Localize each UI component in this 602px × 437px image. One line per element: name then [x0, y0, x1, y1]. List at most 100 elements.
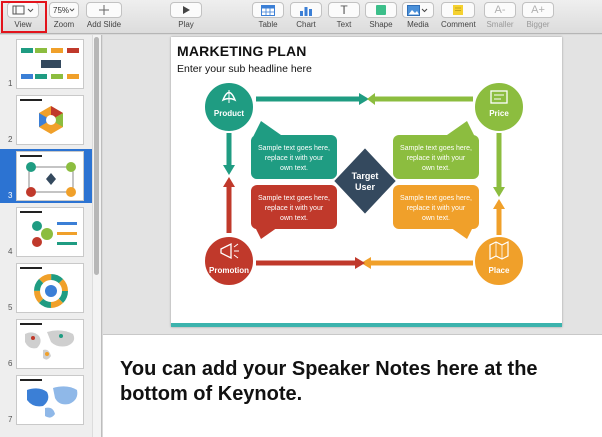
media-button[interactable]: Media: [402, 2, 434, 29]
bubble-place-line2: replace it with your: [407, 205, 466, 212]
slide-preview: [16, 319, 84, 369]
slide-preview: [16, 39, 84, 89]
view-highlight-box: [1, 1, 47, 33]
slide-navigator: 1 2 3 4 5 6 7: [0, 35, 102, 437]
play-icon: [183, 6, 190, 14]
marketing-plan-diagram: Sample text goes here, replace it with y…: [203, 81, 525, 287]
bigger-icon: A+: [531, 4, 545, 16]
chart-label: Chart: [296, 20, 316, 29]
bubble-product-line3: own text.: [280, 165, 308, 172]
bubble-promotion: [251, 185, 337, 239]
add-slide-control[interactable]: [86, 2, 122, 18]
presenter-notes[interactable]: You can add your Speaker Notes here at t…: [103, 334, 602, 437]
node-product: Product: [203, 81, 255, 133]
plus-icon: [99, 5, 109, 15]
zoom-value: 75%: [53, 5, 70, 15]
bigger-label: Bigger: [526, 20, 550, 29]
table-label: Table: [258, 20, 278, 29]
zoom-select[interactable]: 75%: [49, 2, 79, 18]
slide-number: 5: [8, 303, 13, 312]
smaller-icon: A-: [494, 4, 506, 16]
slide-preview: [16, 263, 84, 313]
media-icon: [407, 4, 428, 16]
comment-control[interactable]: [441, 2, 476, 18]
zoom-control[interactable]: 75% Zoom: [49, 2, 79, 29]
node-promotion-label: Promotion: [209, 266, 249, 275]
table-control[interactable]: [252, 2, 284, 18]
add-slide-button[interactable]: Add Slide: [86, 2, 122, 29]
slide-subtitle[interactable]: Enter your sub headline here: [177, 63, 312, 75]
node-price-label: Price: [489, 109, 509, 118]
slide-canvas: Sample text goes here, replace it with y…: [103, 35, 602, 334]
media-label: Media: [407, 20, 429, 29]
node-promotion: Promotion: [203, 235, 255, 287]
target-user-line2: User: [355, 182, 376, 192]
bigger-control[interactable]: A+: [522, 2, 554, 18]
slide-thumbnail-7[interactable]: 7: [0, 373, 92, 427]
bubble-promotion-line3: own text.: [280, 215, 308, 222]
slide-preview: [16, 375, 84, 425]
chart-control[interactable]: [290, 2, 322, 18]
text-control[interactable]: T: [328, 2, 360, 18]
slide-thumbnail-4[interactable]: 4: [0, 205, 92, 259]
slide-preview: [16, 95, 84, 145]
bubble-product-line2: replace it with your: [265, 155, 324, 162]
bubble-place: [393, 185, 479, 239]
play-control[interactable]: [170, 2, 202, 18]
bubble-product-line1: Sample text goes here,: [258, 145, 330, 152]
play-label: Play: [178, 20, 194, 29]
bubble-price-line1: Sample text goes here,: [400, 145, 472, 152]
slide-footer-bar: [171, 323, 562, 327]
table-icon: [261, 4, 275, 16]
slide-title[interactable]: MARKETING PLAN: [177, 43, 307, 59]
smaller-control[interactable]: A-: [484, 2, 516, 18]
slide-number: 7: [8, 415, 13, 424]
shape-label: Shape: [369, 20, 393, 29]
node-place: Place: [473, 235, 525, 287]
bubble-price-line3: own text.: [422, 165, 450, 172]
text-button[interactable]: T Text: [328, 2, 360, 29]
smaller-label: Smaller: [486, 20, 514, 29]
bubble-promotion-line1: Sample text goes here,: [258, 195, 330, 202]
slide-number: 2: [8, 135, 13, 144]
shape-button[interactable]: Shape: [365, 2, 397, 29]
slide-thumbnail-3[interactable]: 3: [0, 149, 92, 203]
chart-button[interactable]: Chart: [290, 2, 322, 29]
slide-preview: [16, 207, 84, 257]
slide-number: 4: [8, 247, 13, 256]
slide-preview: [16, 151, 84, 201]
slide-thumbnail-5[interactable]: 5: [0, 261, 92, 315]
target-user-line1: Target: [352, 171, 379, 181]
node-product-label: Product: [214, 109, 245, 118]
text-icon: T: [340, 3, 348, 17]
chart-icon: [300, 6, 312, 16]
navigator-scroll-thumb[interactable]: [94, 37, 99, 275]
presenter-notes-text[interactable]: You can add your Speaker Notes here at t…: [120, 357, 590, 407]
keynote-window: View 75% Zoom Add Slide Play Table Chart…: [0, 0, 602, 437]
bubble-promotion-line2: replace it with your: [265, 205, 324, 212]
slide-thumbnail-1[interactable]: 1: [0, 37, 92, 91]
shape-control[interactable]: [365, 2, 397, 18]
slide-number: 1: [8, 79, 13, 88]
current-slide[interactable]: Sample text goes here, replace it with y…: [171, 37, 562, 327]
bigger-button[interactable]: A+ Bigger: [522, 2, 554, 29]
chevron-down-icon: [69, 8, 75, 12]
slide-thumbnail-2[interactable]: 2: [0, 93, 92, 147]
table-button[interactable]: Table: [252, 2, 284, 29]
play-button[interactable]: Play: [170, 2, 202, 29]
toolbar: View 75% Zoom Add Slide Play Table Chart…: [0, 0, 602, 34]
zoom-label: Zoom: [53, 20, 75, 29]
slide-number: 6: [8, 359, 13, 368]
node-place-label: Place: [489, 266, 510, 275]
comment-label: Comment: [441, 20, 476, 29]
bubble-price-line2: replace it with your: [407, 155, 466, 162]
media-control[interactable]: [402, 2, 434, 18]
shape-icon: [376, 5, 386, 15]
text-label: Text: [336, 20, 352, 29]
target-user-diamond: Target User: [331, 145, 399, 217]
comment-button[interactable]: Comment: [441, 2, 476, 29]
bubble-place-line3: own text.: [422, 215, 450, 222]
slide-thumbnail-6[interactable]: 6: [0, 317, 92, 371]
add-slide-label: Add Slide: [86, 20, 122, 29]
smaller-button[interactable]: A- Smaller: [484, 2, 516, 29]
